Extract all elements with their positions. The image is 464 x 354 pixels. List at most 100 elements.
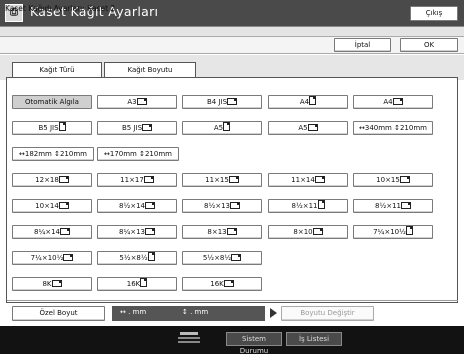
paper-size-label: 8×13 bbox=[207, 228, 227, 236]
paper-size-button[interactable]: B5 JIS bbox=[97, 121, 177, 135]
status-indicator-icon bbox=[178, 332, 200, 343]
paper-size-label: 10×14 bbox=[35, 202, 59, 210]
paper-size-button[interactable]: A3 bbox=[97, 95, 177, 109]
landscape-paper-icon bbox=[399, 176, 410, 183]
custom-size-display: ↔ . mm ↕ . mm bbox=[112, 306, 265, 321]
change-size-button[interactable]: Boyutu Değiştir bbox=[281, 306, 374, 321]
portrait-paper-icon bbox=[147, 252, 155, 261]
landscape-paper-icon bbox=[223, 280, 234, 287]
portrait-paper-icon bbox=[58, 122, 66, 131]
landscape-paper-icon bbox=[60, 228, 70, 235]
tab-paper-size[interactable]: Kağıt Boyutu bbox=[104, 62, 196, 78]
right-arrow-icon bbox=[270, 308, 277, 318]
paper-size-label: 12×18 bbox=[35, 176, 59, 184]
paper-size-label: A3 bbox=[127, 98, 137, 106]
paper-size-button[interactable]: 8¼×14 bbox=[12, 225, 92, 239]
portrait-paper-icon bbox=[309, 96, 317, 105]
paper-size-button[interactable]: A4 bbox=[353, 95, 433, 109]
paper-size-label: 8½×14 bbox=[118, 202, 145, 210]
portrait-paper-icon bbox=[317, 200, 325, 209]
landscape-paper-icon bbox=[392, 98, 403, 105]
paper-size-button[interactable]: 7¼×10½ bbox=[353, 225, 433, 239]
paper-size-button[interactable]: 10×14 bbox=[12, 199, 92, 213]
landscape-paper-icon bbox=[58, 202, 69, 209]
paper-size-label: 7¼×10½ bbox=[30, 254, 64, 262]
paper-size-button[interactable]: 8×10 bbox=[268, 225, 348, 239]
paper-size-label: 8¼×13 bbox=[118, 228, 145, 236]
separator bbox=[0, 26, 464, 36]
paper-size-button[interactable]: 16K bbox=[97, 277, 177, 291]
landscape-paper-icon bbox=[51, 280, 62, 287]
paper-size-label: B5 JIS bbox=[38, 124, 59, 132]
paper-size-button[interactable]: B4 JIS bbox=[182, 95, 262, 109]
paper-size-button[interactable]: 16K bbox=[182, 277, 262, 291]
paper-size-button[interactable]: 5½×8½ bbox=[97, 251, 177, 265]
paper-size-label: 8½×11 bbox=[374, 202, 401, 210]
portrait-paper-icon bbox=[405, 226, 413, 235]
landscape-paper-icon bbox=[401, 202, 411, 209]
ok-button[interactable]: OK bbox=[400, 38, 458, 52]
divider bbox=[7, 300, 458, 301]
paper-size-label: 10×15 bbox=[376, 176, 400, 184]
paper-size-button[interactable]: 10×15 bbox=[353, 173, 433, 187]
paper-size-button[interactable]: 8K bbox=[12, 277, 92, 291]
custom-size-button[interactable]: Özel Boyut bbox=[12, 306, 105, 321]
paper-size-button[interactable]: ↔340mm ↕210mm bbox=[353, 121, 433, 135]
paper-size-label: 16K bbox=[126, 280, 141, 288]
paper-size-label: 5½×8½ bbox=[202, 254, 232, 262]
paper-size-button[interactable]: 8½×11 bbox=[268, 199, 348, 213]
size-panel bbox=[6, 77, 458, 303]
paper-size-button[interactable]: 7¼×10½ bbox=[12, 251, 92, 265]
paper-size-button[interactable]: 11×17 bbox=[97, 173, 177, 187]
landscape-paper-icon bbox=[226, 228, 237, 235]
paper-size-button[interactable]: A4 bbox=[268, 95, 348, 109]
info-bar bbox=[0, 36, 464, 54]
exit-button[interactable]: Çıkış bbox=[410, 6, 458, 21]
paper-size-label: Otomatik Algıla bbox=[25, 98, 79, 106]
paper-size-label: ↔170mm ↕210mm bbox=[104, 150, 172, 158]
paper-size-label: 8K bbox=[42, 280, 52, 288]
paper-size-button[interactable]: A5 bbox=[182, 121, 262, 135]
paper-size-button[interactable]: 5½×8½ bbox=[182, 251, 262, 265]
paper-size-button[interactable]: 8½×14 bbox=[97, 199, 177, 213]
paper-size-label: 11×14 bbox=[291, 176, 315, 184]
paper-size-button[interactable]: 12×18 bbox=[12, 173, 92, 187]
custom-height-text: ↕ . mm bbox=[182, 308, 209, 316]
paper-size-button[interactable]: 11×15 bbox=[182, 173, 262, 187]
paper-size-button[interactable]: ↔182mm ↕210mm bbox=[12, 147, 94, 161]
job-list-button[interactable]: İş Listesi bbox=[286, 332, 342, 346]
paper-size-button[interactable]: B5 JIS bbox=[12, 121, 92, 135]
paper-size-button[interactable]: A5 bbox=[268, 121, 348, 135]
paper-size-button[interactable]: 8½×13 bbox=[182, 199, 262, 213]
paper-size-button[interactable]: ↔170mm ↕210mm bbox=[97, 147, 179, 161]
paper-size-label: ↔182mm ↕210mm bbox=[19, 150, 87, 158]
paper-size-label: 11×17 bbox=[120, 176, 144, 184]
landscape-paper-icon bbox=[231, 254, 242, 261]
paper-size-label: B5 JIS bbox=[121, 124, 143, 132]
paper-size-button[interactable]: 8¼×13 bbox=[97, 225, 177, 239]
tray-info-text: Kaset Kağıdı Ayarları: Kaset 2 bbox=[5, 4, 116, 13]
landscape-paper-icon bbox=[58, 176, 69, 183]
landscape-paper-icon bbox=[227, 98, 238, 105]
landscape-paper-icon bbox=[145, 202, 155, 209]
paper-size-label: 8×10 bbox=[293, 228, 313, 236]
landscape-paper-icon bbox=[230, 202, 240, 209]
paper-size-label: A4 bbox=[383, 98, 393, 106]
cancel-button[interactable]: İptal bbox=[334, 38, 391, 52]
paper-size-label: A4 bbox=[299, 98, 310, 106]
system-status-button[interactable]: Sistem Durumu bbox=[226, 332, 282, 354]
landscape-paper-icon bbox=[314, 176, 325, 183]
paper-size-button[interactable]: Otomatik Algıla bbox=[12, 95, 92, 109]
paper-size-label: 8¼×14 bbox=[33, 228, 60, 236]
landscape-paper-icon bbox=[307, 124, 318, 131]
tab-paper-type[interactable]: Kağıt Türü bbox=[12, 62, 102, 78]
paper-size-label: 16K bbox=[210, 280, 224, 288]
paper-size-button[interactable]: 11×14 bbox=[268, 173, 348, 187]
paper-size-button[interactable]: 8×13 bbox=[182, 225, 262, 239]
landscape-paper-icon bbox=[228, 176, 239, 183]
landscape-paper-icon bbox=[145, 228, 155, 235]
paper-size-button[interactable]: 8½×11 bbox=[353, 199, 433, 213]
paper-size-label: B4 JIS bbox=[206, 98, 228, 106]
custom-width-text: ↔ . mm bbox=[120, 308, 147, 316]
paper-size-label: 8½×13 bbox=[203, 202, 230, 210]
